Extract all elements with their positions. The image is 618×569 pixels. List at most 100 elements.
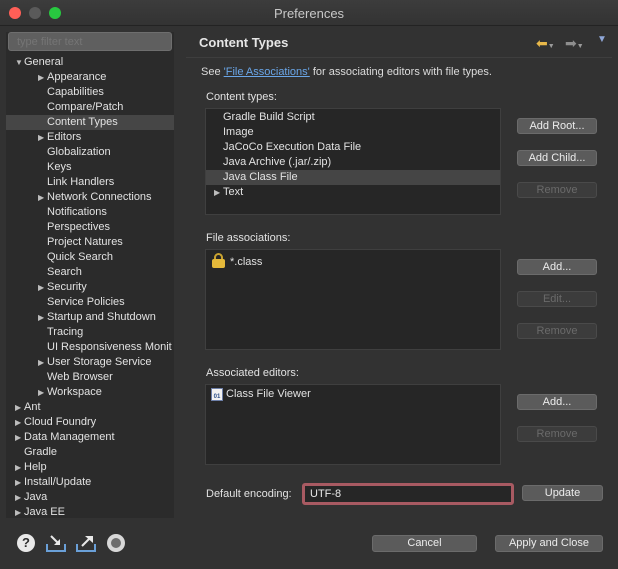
filter-input[interactable]	[8, 32, 172, 51]
sidebar-item-label: Service Policies	[47, 296, 125, 308]
sidebar-item-label: Perspectives	[47, 221, 110, 233]
sidebar-item[interactable]: Link Handlers	[6, 175, 174, 190]
sidebar-item[interactable]: ▶ Help	[6, 460, 174, 475]
sidebar-item-label: Java	[24, 491, 48, 503]
back-button[interactable]: ⬅▼	[536, 35, 555, 52]
list-item[interactable]: Class File Viewer	[206, 387, 500, 402]
forward-button[interactable]: ➡▼	[565, 35, 584, 52]
sidebar-item-label: Workspace	[47, 386, 102, 398]
update-button[interactable]: Update	[522, 485, 603, 501]
sidebar-item-label: Compare/Patch	[47, 101, 124, 113]
title-bar: Preferences	[0, 0, 618, 26]
content-type-item[interactable]: Java Archive (.jar/.zip)	[206, 155, 500, 170]
sidebar-item[interactable]: ▶ Ant	[6, 400, 174, 415]
page-description: See 'File Associations' for associating …	[201, 66, 492, 78]
content-type-label: JaCoCo Execution Data File	[223, 141, 362, 153]
content-type-item[interactable]: Image	[206, 125, 500, 140]
content-types-tree[interactable]: Gradle Build Script Image JaCoCo Execution…	[205, 108, 501, 215]
default-encoding-input[interactable]	[302, 483, 514, 505]
sidebar-item[interactable]: Project Natures	[6, 235, 174, 250]
sidebar-item-label: Capabilities	[47, 86, 104, 98]
sidebar-item[interactable]: ▶ Install/Update	[6, 475, 174, 490]
view-menu-icon[interactable]: ▼	[597, 34, 607, 45]
sidebar-item[interactable]: ▶ Java	[6, 490, 174, 505]
sidebar-item[interactable]: ▶ Network Connections	[6, 190, 174, 205]
add-child-button[interactable]: Add Child...	[517, 150, 597, 166]
page-header: Content Types ⬅▼ ➡▼ ▼	[186, 29, 612, 56]
sidebar-item[interactable]: Compare/Patch	[6, 100, 174, 115]
sidebar-item-label: Install/Update	[24, 476, 92, 488]
sidebar-item[interactable]: Tracing	[6, 325, 174, 340]
import-icon[interactable]	[45, 534, 66, 552]
add-root-button[interactable]: Add Root...	[517, 118, 597, 134]
sidebar-item[interactable]: ▶ Editors	[6, 130, 174, 145]
sidebar-item-label: Ant	[24, 401, 41, 413]
remove-content-type-button[interactable]: Remove	[517, 182, 597, 198]
sidebar-item[interactable]: Gradle	[6, 445, 174, 460]
sidebar-item-label: Globalization	[47, 146, 111, 158]
file-associations-link[interactable]: 'File Associations'	[224, 66, 310, 78]
sidebar-item-label: Data Management	[24, 431, 115, 443]
export-icon[interactable]	[75, 534, 96, 552]
sidebar-item[interactable]: Service Policies	[6, 295, 174, 310]
sidebar-item-label: Appearance	[47, 71, 107, 83]
window-title: Preferences	[273, 6, 345, 21]
sidebar-item[interactable]: Web Browser	[6, 370, 174, 385]
remove-association-button[interactable]: Remove	[517, 323, 597, 339]
remove-editor-button[interactable]: Remove	[517, 426, 597, 442]
sidebar-item-label: Java EE	[24, 506, 65, 518]
sidebar-item[interactable]: ▼ General	[6, 55, 174, 70]
chevron-down-icon: ▼	[576, 43, 584, 50]
cancel-button[interactable]: Cancel	[372, 535, 477, 552]
chevron-down-icon: ▼	[547, 43, 555, 50]
sidebar-item-label: Gradle	[24, 446, 58, 458]
sidebar-item[interactable]: Perspectives	[6, 220, 174, 235]
sidebar-item[interactable]: Content Types	[6, 115, 174, 130]
sidebar-item[interactable]: Capabilities	[6, 85, 174, 100]
sidebar-item[interactable]: ▶ Java EE	[6, 505, 174, 518]
sidebar-item[interactable]: ▶ Security	[6, 280, 174, 295]
record-icon[interactable]	[107, 534, 125, 552]
content-type-label: Text	[223, 186, 244, 198]
content-type-item[interactable]: JaCoCo Execution Data File	[206, 140, 500, 155]
add-association-button[interactable]: Add...	[517, 259, 597, 275]
sidebar-item-label: Notifications	[47, 206, 107, 218]
sidebar-item-label: Editors	[47, 131, 82, 143]
edit-association-button[interactable]: Edit...	[517, 291, 597, 307]
chevron-right-icon[interactable]: ▶	[214, 185, 220, 200]
sidebar-item-label: Tracing	[47, 326, 84, 338]
sidebar-item[interactable]: ▶ User Storage Service	[6, 355, 174, 370]
class-file-icon: 01	[211, 388, 223, 401]
sidebar-item[interactable]: Quick Search	[6, 250, 174, 265]
add-editor-button[interactable]: Add...	[517, 394, 597, 410]
sidebar-item[interactable]: Notifications	[6, 205, 174, 220]
description-text: See	[201, 66, 224, 78]
preference-tree-panel: ▼General▶AppearanceCapabilities Compare/P…	[6, 32, 174, 518]
sidebar-item-label: General	[24, 56, 64, 68]
sidebar-item[interactable]: UI Responsiveness Monit	[6, 340, 174, 355]
sidebar-item[interactable]: ▶ Data Management	[6, 430, 174, 445]
sidebar-item-label: Content Types	[47, 116, 118, 128]
associated-editors-list[interactable]: Class File Viewer	[205, 384, 501, 465]
arrow-right-icon: ➡	[565, 35, 577, 51]
sidebar-item[interactable]: ▶ Startup and Shutdown	[6, 310, 174, 325]
content-type-item[interactable]: Gradle Build Script	[206, 110, 500, 125]
file-associations-list[interactable]: *.class	[205, 249, 501, 350]
sidebar-item[interactable]: Globalization	[6, 145, 174, 160]
list-item[interactable]: *.class	[206, 255, 500, 270]
sidebar-item-label: Help	[24, 461, 47, 473]
file-associations-label: File associations:	[206, 232, 291, 244]
sidebar-item[interactable]: ▶ Appearance	[6, 70, 174, 85]
sidebar-item[interactable]: ▶ Workspace	[6, 385, 174, 400]
content-type-label: Java Class File	[223, 171, 298, 183]
sidebar-item[interactable]: Keys	[6, 160, 174, 175]
sidebar-item[interactable]: Search	[6, 265, 174, 280]
apply-and-close-button[interactable]: Apply and Close	[495, 535, 603, 552]
sidebar-item-label: Quick Search	[47, 251, 114, 263]
sidebar-item[interactable]: ▶ Cloud Foundry	[6, 415, 174, 430]
associated-editors-label: Associated editors:	[206, 367, 299, 379]
content-type-item[interactable]: Java Class File	[206, 170, 500, 185]
content-type-label: Gradle Build Script	[223, 111, 315, 123]
help-icon[interactable]: ?	[17, 534, 35, 552]
content-type-item[interactable]: ▶ Text	[206, 185, 500, 200]
